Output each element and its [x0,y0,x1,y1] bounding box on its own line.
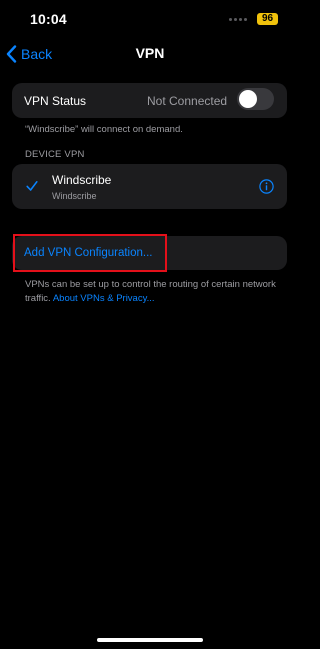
vpn-status-value: Not Connected [147,94,228,108]
page-title: VPN [135,45,165,61]
status-time: 10:04 [30,11,67,27]
home-indicator[interactable] [97,638,203,642]
vpn-name: Windscribe [52,173,112,187]
battery-icon: 96 [257,13,278,25]
info-icon[interactable] [259,179,274,194]
signal-dots-icon [229,18,247,21]
vpn-toggle[interactable] [237,88,274,110]
vpn-status-row: VPN Status Not Connected [12,83,287,118]
add-vpn-configuration-button[interactable]: Add VPN Configuration... [24,247,153,259]
device-vpn-header: DEVICE VPN [25,149,85,160]
add-config-row: Add VPN Configuration... [12,236,287,270]
status-bar: 10:04 96 [0,0,300,40]
navigation-bar: Back VPN [0,40,300,68]
connect-on-demand-note: “Windscribe” will connect on demand. [25,124,183,135]
vpn-status-label: VPN Status [24,94,87,108]
toggle-knob [239,90,257,108]
vpn-subtitle: Windscribe [52,191,97,201]
vpn-list-item[interactable]: Windscribe Windscribe [12,164,287,209]
about-vpns-privacy-link[interactable]: About VPNs & Privacy... [53,293,155,304]
checkmark-icon [26,181,38,191]
vpn-footer-note: VPNs can be set up to control the routin… [25,278,277,306]
